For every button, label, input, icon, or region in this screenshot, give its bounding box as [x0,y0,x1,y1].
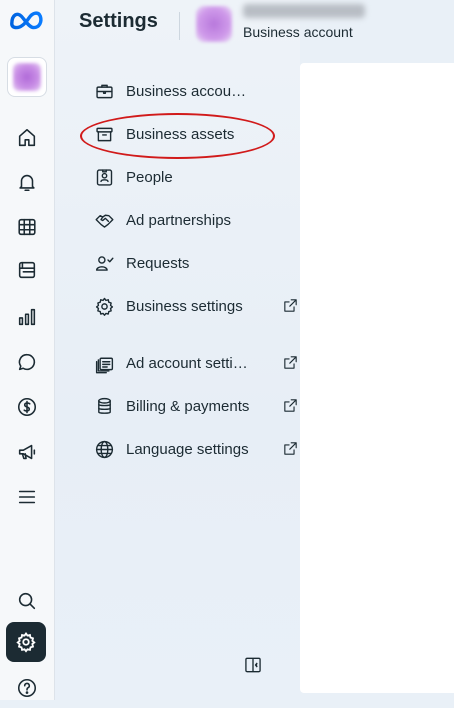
collapse-panel-icon [245,657,261,673]
collapse-sidebar-button[interactable] [240,652,266,678]
left-nav-rail [0,0,55,700]
monetization-button[interactable] [0,387,54,427]
campaigns-button[interactable] [0,432,54,472]
nav-label: Ad account settings [126,354,254,372]
settings-panel: Settings Business account Business accou… [55,0,365,700]
nav-label: Business account info [126,82,254,100]
ads-table-button[interactable] [0,207,54,247]
business-avatar[interactable] [7,57,47,97]
nav-business-settings[interactable]: Business settings [92,288,297,324]
all-tools-button[interactable] [0,477,54,517]
nav-business-assets[interactable]: Business assets [92,116,292,152]
nav-business-account-info[interactable]: Business account info [92,73,292,109]
ad-account-icon [95,357,113,373]
inbox-button[interactable] [0,342,54,382]
gear-icon [95,297,113,316]
meta-logo-icon[interactable] [8,6,46,34]
nav-label: Language settings [126,440,249,458]
search-icon [18,592,36,610]
pages-icon [18,261,36,279]
bell-icon [19,174,35,192]
handshake-icon [94,214,114,228]
nav-billing-payments[interactable]: Billing & payments [92,388,297,424]
nav-label: Business settings [126,297,243,315]
chat-icon [18,353,36,371]
nav-label: Ad partnerships [126,211,232,229]
nav-language-settings[interactable]: Language settings [92,431,297,467]
gear-icon [16,632,36,653]
nav-people[interactable]: People [92,159,292,195]
nav-requests[interactable]: Requests [92,245,292,281]
home-icon [18,128,36,147]
main-content-area [300,63,454,693]
bar-chart-icon [18,308,36,326]
home-button[interactable] [0,118,54,158]
nav-ad-account-settings[interactable]: Ad account settings [92,345,297,381]
help-button[interactable] [0,668,54,708]
coins-icon [97,397,111,414]
pages-button[interactable] [0,250,54,290]
external-link-icon[interactable] [282,440,299,457]
external-link-icon[interactable] [282,297,299,314]
help-icon [17,678,37,698]
nav-label: Billing & payments [126,397,250,415]
business-account-subtitle: Business account [243,24,353,40]
avatar-image [13,63,41,91]
insights-button[interactable] [0,297,54,337]
table-icon [18,218,36,236]
globe-icon [95,440,113,458]
page-title: Settings [79,10,158,32]
id-card-icon [96,168,112,186]
external-link-icon[interactable] [282,397,299,414]
business-account-avatar[interactable] [196,6,232,42]
archive-box-icon [95,127,113,141]
settings-button[interactable] [6,622,46,662]
dollar-icon [17,397,37,417]
nav-label: Business assets [126,125,235,143]
nav-label: Requests [126,254,190,272]
business-name-redacted [243,4,365,18]
menu-icon [18,490,36,504]
header-divider [179,12,180,40]
megaphone-icon [18,444,36,460]
external-link-icon[interactable] [282,354,299,371]
notifications-button[interactable] [0,162,54,202]
nav-label: People [126,168,173,186]
briefcase-icon [95,84,113,98]
person-check-icon [95,255,114,271]
nav-ad-partnerships[interactable]: Ad partnerships [92,202,292,238]
search-button[interactable] [0,581,54,621]
